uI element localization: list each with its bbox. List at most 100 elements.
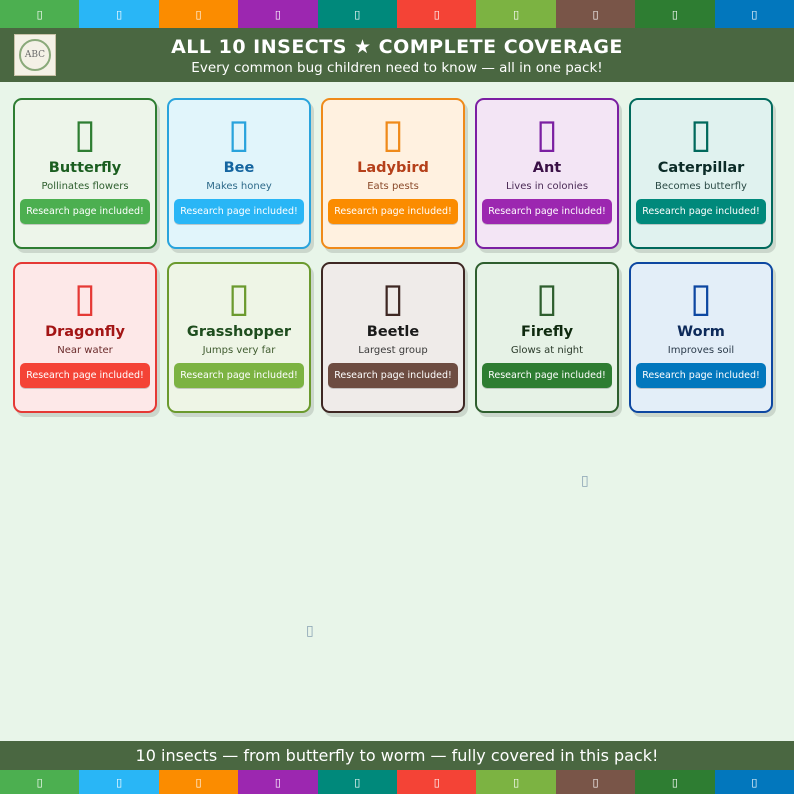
bee-icon: ▯ [227,111,250,157]
insect-card-ladybird: ▯ Ladybird Eats pests Research page include… [321,98,465,249]
caterpillar-icon: ▯ [354,7,361,21]
beetle-icon: ▯ [592,7,599,21]
ladybird-icon: ▯ [195,7,202,21]
firefly-icon: ▯ [535,275,558,321]
header-banner: ABC ALL 10 INSECTS ★ COMPLETE COVERAGE E… [0,28,794,82]
research-page-button[interactable]: Research page included! [636,363,766,388]
page-subtitle: Every common bug children need to know —… [191,60,603,76]
top-strip-segment: ▯ [79,0,159,28]
ant-icon: ▯ [274,7,281,21]
insect-card-firefly: ▯ Firefly Glows at night Research page incl… [475,262,619,413]
dragonfly-icon: ▯ [433,775,440,789]
small-bug-icon: ▯ [306,623,314,639]
grasshopper-icon: ▯ [513,775,520,789]
top-strip-segment: ▯ [238,0,318,28]
top-color-strip: ▯ ▯ ▯ ▯ ▯ ▯ ▯ ▯ ▯ ▯ [0,0,794,28]
insect-card-worm: ▯ Worm Improves soil Research page included… [629,262,773,413]
bottom-strip-segment: ▯ [0,770,80,794]
ladybird-icon: ▯ [381,111,404,157]
butterfly-icon: ▯ [36,7,43,21]
insect-fact: Eats pests [367,181,419,192]
ladybird-icon: ▯ [195,775,202,789]
ant-icon: ▯ [274,775,281,789]
research-page-button[interactable]: Research page included! [482,199,612,224]
worm-icon: ▯ [751,775,758,789]
insect-name: Ladybird [357,160,429,176]
beetle-icon: ▯ [592,775,599,789]
insect-name: Caterpillar [657,160,745,176]
research-page-button[interactable]: Research page included! [174,199,304,224]
top-strip-segment: ▯ [397,0,477,28]
top-strip-segment: ▯ [635,0,715,28]
insect-card-bee: ▯ Bee Makes honey Research page included! [167,98,311,249]
insect-card-ant: ▯ Ant Lives in colonies Research page inclu… [475,98,619,249]
research-page-button[interactable]: Research page included! [636,199,766,224]
insect-card-butterfly: ▯ Butterfly Pollinates flowers Research pag… [13,98,157,249]
insect-fact: Pollinates flowers [41,181,129,192]
insect-fact: Near water [57,345,113,356]
grasshopper-icon: ▯ [227,275,250,321]
caterpillar-icon: ▯ [689,111,712,157]
insect-name: Bee [223,160,255,176]
bottom-strip-segment: ▯ [714,770,794,794]
insect-fact: Makes honey [206,181,272,192]
footer-banner: 10 insects — from butterfly to worm — fu… [0,741,794,770]
insect-fact: Improves soil [667,345,735,356]
insect-fact: Largest group [358,345,428,356]
bottom-color-strip: ▯ ▯ ▯ ▯ ▯ ▯ ▯ ▯ ▯ ▯ [0,770,794,794]
beetle-icon: ▯ [381,275,404,321]
insect-name: Butterfly [48,160,122,176]
insect-name: Ant [532,160,562,176]
firefly-icon: ▯ [671,7,678,21]
insect-name: Beetle [366,324,420,340]
bee-icon: ▯ [116,775,123,789]
top-strip-segment: ▯ [0,0,80,28]
bottom-strip-segment: ▯ [79,770,159,794]
insect-name: Firefly [520,324,574,340]
page-title: ALL 10 INSECTS ★ COMPLETE COVERAGE [171,36,623,58]
bottom-strip-segment: ▯ [635,770,715,794]
top-strip-segment: ▯ [555,0,636,28]
bee-icon: ▯ [116,7,123,21]
footer-text: 10 insects — from butterfly to worm — fu… [135,746,659,765]
insect-fact: Glows at night [510,345,584,356]
bottom-strip-segment: ▯ [476,770,556,794]
ant-icon: ▯ [535,111,558,157]
insect-fact: Lives in colonies [505,181,589,192]
insect-card-beetle: ▯ Beetle Largest group Research page includ… [321,262,465,413]
insect-name: Dragonfly [45,324,125,340]
research-page-button[interactable]: Research page included! [482,363,612,388]
caterpillar-icon: ▯ [354,775,361,789]
dragonfly-icon: ▯ [433,7,440,21]
insect-fact: Jumps very far [202,345,276,356]
insect-card-grasshopper: ▯ Grasshopper Jumps very far Research page … [167,262,311,413]
top-strip-segment: ▯ [476,0,556,28]
bottom-strip-segment: ▯ [317,770,398,794]
insect-card-grid: ▯ Butterfly Pollinates flowers Research pag… [13,98,773,413]
small-bug-icon: ▯ [581,473,589,489]
research-page-button[interactable]: Research page included! [174,363,304,388]
bottom-strip-segment: ▯ [158,770,239,794]
research-page-button[interactable]: Research page included! [328,363,458,388]
top-strip-segment: ▯ [714,0,794,28]
insect-card-dragonfly: ▯ Dragonfly Near water Research page includ… [13,262,157,413]
butterfly-icon: ▯ [73,111,96,157]
bottom-strip-segment: ▯ [238,770,318,794]
dragonfly-icon: ▯ [73,275,96,321]
research-page-button[interactable]: Research page included! [20,199,150,224]
insect-fact: Becomes butterfly [655,181,747,192]
insect-name: Worm [677,324,725,340]
grasshopper-icon: ▯ [513,7,520,21]
bottom-strip-segment: ▯ [555,770,636,794]
worm-icon: ▯ [751,7,758,21]
research-page-button[interactable]: Research page included! [328,199,458,224]
butterfly-icon: ▯ [36,775,43,789]
insect-name: Grasshopper [186,324,292,340]
firefly-icon: ▯ [671,775,678,789]
research-page-button[interactable]: Research page included! [20,363,150,388]
top-strip-segment: ▯ [158,0,239,28]
insect-card-caterpillar: ▯ Caterpillar Becomes butterfly Research pa… [629,98,773,249]
worm-icon: ▯ [689,275,712,321]
bottom-strip-segment: ▯ [397,770,477,794]
top-strip-segment: ▯ [317,0,398,28]
